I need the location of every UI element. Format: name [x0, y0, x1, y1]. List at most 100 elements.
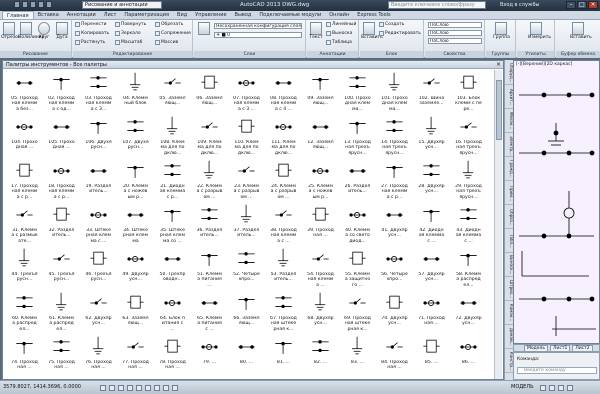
palette-tool[interactable]: 61. Клемма распредел... — [48, 291, 75, 334]
palette-tool[interactable]: 45. Трехъярусн... — [48, 247, 75, 290]
palette-scrollbar[interactable] — [494, 70, 502, 379]
palette-tool[interactable]: 51. Клемма питания ... — [196, 247, 223, 290]
dyn-icon[interactable] — [163, 385, 169, 391]
palette-tool[interactable]: 25. Клемма с ножевым р... — [307, 159, 334, 202]
palette-tool[interactable]: 104. Проходная ... — [11, 115, 38, 158]
workspace-icon[interactable] — [549, 385, 555, 391]
palette-tool[interactable]: 75. Проходная ... — [48, 335, 75, 378]
palette-tool[interactable]: 18. Проходная клемма с р... — [48, 159, 75, 202]
palette-tool[interactable]: 34. Штекерная клемма — [122, 203, 149, 246]
palette-tool[interactable]: 24. Клемма с разрывом ... — [270, 159, 297, 202]
palette-tool[interactable]: 58. Клемма распредел... — [455, 247, 482, 290]
palette-tool[interactable]: 84. Проходная ... — [381, 335, 408, 378]
new-icon[interactable] — [14, 1, 20, 8]
circle-button[interactable]: Круг — [36, 22, 52, 40]
trim-button[interactable]: Обрезать — [155, 22, 183, 27]
palette-tool[interactable]: 86. ... — [455, 335, 482, 378]
save-icon[interactable] — [30, 1, 36, 8]
create-block-button[interactable]: Создать — [379, 22, 404, 27]
palette-tool[interactable]: 54. Проходная клемма ... — [307, 247, 334, 290]
osnap-icon[interactable] — [136, 385, 142, 391]
palette-tool[interactable]: 39. Проходная ... — [307, 203, 334, 246]
leader-button[interactable]: Выноска — [326, 31, 352, 36]
palette-tool[interactable]: 07. Проходная клемма с 3 ... — [233, 71, 260, 114]
close-icon[interactable]: × — [496, 61, 501, 69]
open-icon[interactable] — [22, 1, 28, 8]
measure-button[interactable]: Измерить — [528, 22, 551, 40]
palette-tool[interactable]: 65. Клемма питания с ... — [196, 291, 223, 334]
search-input[interactable]: Введите ключевое слово/фразу — [388, 1, 486, 9]
grid-icon[interactable] — [109, 385, 115, 391]
palette-tool[interactable]: 09. Заземляющ... — [307, 71, 334, 114]
workspace-dropdown[interactable]: Рисование и аннотации — [82, 1, 162, 9]
tab-model[interactable]: Модель — [524, 344, 549, 352]
palette-tool[interactable]: 72. Двухярусн... — [455, 291, 482, 334]
polyline-button[interactable]: Полилиния — [18, 22, 44, 40]
panel-clipboard-label[interactable]: Буфер обмена — [556, 51, 600, 58]
palette-tool[interactable]: 110. Клемма для подклю... — [233, 115, 260, 158]
palette-tool[interactable]: 60. Клемма распредел... — [11, 291, 38, 334]
palette-tool[interactable]: 32. Разделитель... — [48, 203, 75, 246]
panel-properties-label[interactable]: Свойства — [425, 51, 484, 58]
rotate-button[interactable]: Повернуть — [115, 22, 146, 27]
tab-6[interactable]: Управление — [191, 11, 230, 19]
palette-tool[interactable]: 53. Разделитель... — [270, 247, 297, 290]
palette-tool[interactable]: 16. Проходная трехъярусн... — [455, 115, 482, 158]
palette-tool[interactable]: 62. Двухярусн... — [85, 291, 112, 334]
tab-3[interactable]: Лист — [100, 11, 121, 19]
palette-tool[interactable]: 100. Проходная клемма... — [344, 71, 371, 114]
fillet-button[interactable]: Сопряжение — [155, 31, 191, 36]
paste-button[interactable]: Вставить — [570, 22, 592, 40]
close-icon[interactable]: × — [588, 1, 598, 9]
panel-groups-label[interactable]: Группы — [486, 51, 515, 58]
move-button[interactable]: Перенести — [75, 22, 107, 27]
palette-tool[interactable]: 46. Трехъярусн... — [85, 247, 112, 290]
palette-tool[interactable]: 50. Трехпроводн... — [159, 247, 186, 290]
palette-tool[interactable]: 42. Диодная клемма с ... — [418, 203, 445, 246]
array-button[interactable]: Массив — [155, 40, 178, 45]
palette-tool[interactable]: 12. Заземляющ... — [307, 115, 334, 158]
palette-tool[interactable]: 109. Клемма для подклю... — [196, 115, 223, 158]
palette-tool[interactable]: 55. Клемма защитного ... — [344, 247, 371, 290]
layer-state-combo[interactable]: Несохраненная конфигурация слоя — [214, 23, 302, 29]
palette-tool[interactable]: 83. ... — [344, 335, 371, 378]
palette-tool[interactable]: 56. Четырехпро... — [381, 247, 408, 290]
palette-tool[interactable]: 64. Блок питания с ... — [159, 291, 186, 334]
palette-tool[interactable]: 36. Разделитель... — [196, 203, 223, 246]
tab-sheet2[interactable]: Лист2 — [572, 344, 593, 352]
palette-tool[interactable]: 14. Проходная трехъярусн... — [381, 115, 408, 158]
palette-tool[interactable]: 05. Заземляющ... — [159, 71, 186, 114]
palette-tool[interactable]: 15. Двухярусн... — [418, 115, 445, 158]
palette-tool[interactable]: 107. Двухярусн... — [122, 115, 149, 158]
palette-tool[interactable]: 70. Двухярусн... — [381, 291, 408, 334]
palette-tool[interactable]: 67. Проходная штекерная к... — [270, 291, 297, 334]
panel-draw-label[interactable]: Рисование — [0, 51, 71, 58]
scale-button[interactable]: Масштаб — [115, 40, 142, 45]
palette-tool[interactable]: 04. Клеммный блок — [122, 71, 149, 114]
palette-tool[interactable]: 69. Проходная штекерная к... — [344, 291, 371, 334]
linear-dimension-button[interactable]: Линейный — [326, 22, 356, 27]
lineweight-combo[interactable]: ПоСлою — [428, 38, 482, 44]
palette-tool[interactable]: 85. ... — [418, 335, 445, 378]
palette-tool[interactable]: 111. Клемма для подклю... — [270, 115, 297, 158]
panel-utilities-label[interactable]: Утилиты — [517, 51, 554, 58]
tab-4[interactable]: Параметризация — [120, 11, 173, 19]
redo-icon[interactable] — [46, 1, 52, 8]
palette-tool[interactable]: 82. ... — [307, 335, 334, 378]
otrack-icon[interactable] — [145, 385, 151, 391]
palette-tool[interactable]: 103. Блок клемм с пере... — [455, 71, 482, 114]
tab-2[interactable]: Аннотации — [63, 11, 100, 19]
tab-sheet1[interactable]: Лист1 — [550, 344, 571, 352]
palette-tool[interactable]: 08. Проходная клемма с 4 ... — [270, 71, 297, 114]
drawing-viewport[interactable]: [-][Верхний][2D каркас] — [513, 60, 600, 344]
group-button[interactable]: Группа — [493, 22, 510, 40]
maximize-icon[interactable]: □ — [577, 1, 587, 9]
palette-tool[interactable]: 05. Проходная клемма без... — [11, 71, 38, 114]
layer-combo[interactable]: ☀ ■ 0 — [214, 32, 302, 38]
palette-tool[interactable]: 33. Штекерная клемма с ... — [85, 203, 112, 246]
palette-tool[interactable]: 43. Диодная клемма с ... — [455, 203, 482, 246]
palette-tool[interactable]: 76. Проходная ... — [85, 335, 112, 378]
palette-tool[interactable]: 13. Проходная трехъярусн... — [344, 115, 371, 158]
panel-annotation-label[interactable]: Аннотации — [307, 51, 358, 58]
snap-icon[interactable] — [100, 385, 106, 391]
